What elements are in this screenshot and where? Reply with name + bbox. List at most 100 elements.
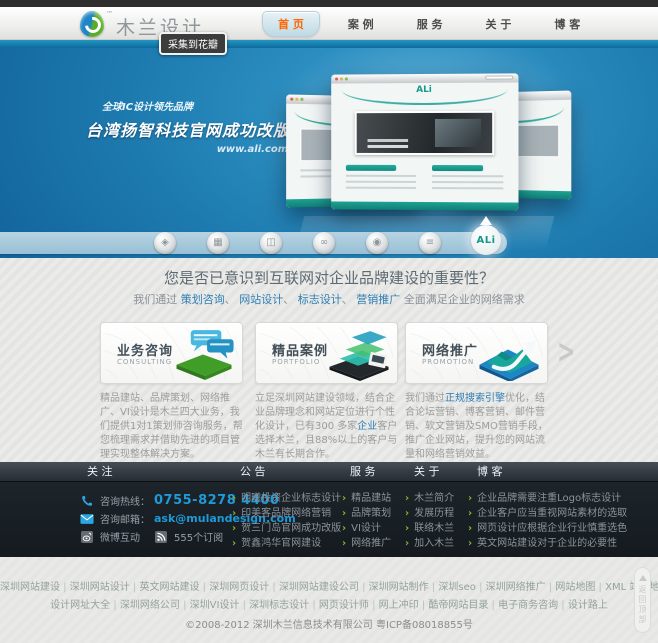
weibo-link[interactable]: 微博互动 [100, 529, 140, 544]
up-arrow-icon [638, 575, 647, 581]
nav-blog[interactable]: 博 客 [539, 12, 595, 36]
service-card-portfolio[interactable]: 精品案例 PORTFOLIO [255, 322, 398, 384]
footer-link[interactable]: 木兰简介 [414, 493, 454, 504]
footer-link[interactable]: 精品建站 [351, 493, 391, 504]
seo-link[interactable]: 深圳网站设计 [70, 582, 140, 593]
huaban-collect-button[interactable]: 采集到花瓣 [159, 32, 227, 55]
seo-link[interactable]: 深圳网页设计 [209, 582, 279, 593]
seo-link[interactable]: 网上冲印 [379, 600, 429, 611]
nav-cases[interactable]: 案 例 [333, 12, 389, 36]
seo-link[interactable]: 深圳网站建设 [0, 582, 70, 593]
footer-link[interactable]: 企业客户应当重视网站素材的选取 [477, 508, 627, 519]
footer-announcement-item: 贺鑫鸿华官网建设 [232, 536, 341, 551]
promotion-illustration [479, 340, 539, 381]
intro-title: 您是否已意识到互联网对企业品牌建设的重要性？ [163, 269, 494, 287]
client-logo-button[interactable]: ◉ [366, 232, 388, 254]
footer-announcements-list: 明曦投资企业标志设计印美客品牌网络营销贺三门岛官网成功改版贺鑫鸿华官网建设 [232, 491, 341, 551]
footer-blog-item: 企业客户应当重视网站素材的选取 [468, 506, 627, 521]
seo-link[interactable]: 电子商务咨询 [498, 600, 568, 611]
seo-link[interactable]: 设计路上 [568, 600, 608, 611]
consulting-illustration [176, 330, 234, 380]
footer-blog-list: 企业品牌需要注重Logo标志设计企业客户应当重视网站素材的选取网页设计应根据企业… [468, 491, 627, 551]
site-panel-left [345, 164, 417, 197]
footer-link[interactable]: 加入木兰 [414, 538, 454, 549]
accent-bar [0, 40, 658, 48]
site-panel-right [431, 165, 504, 197]
seo-link[interactable]: 英文网站建设 [139, 582, 209, 593]
client-logo-icon: ∞ [319, 237, 329, 248]
footer-link[interactable]: 发展历程 [414, 508, 454, 519]
main-nav: 首 页 案 例 服 务 关 于 博 客 [262, 7, 608, 40]
seo-link[interactable]: 网站地图 [555, 582, 605, 593]
footer-link[interactable]: 网络推广 [351, 538, 391, 549]
footer-link[interactable]: 印美客品牌网络营销 [241, 508, 331, 519]
footer-blog-item: 英文网站建设对于企业的必要性 [468, 536, 627, 551]
footer-link[interactable]: 联络木兰 [414, 523, 454, 534]
footer-about-item: 联络木兰 [405, 521, 454, 536]
footer-col-title-follow: 关 注 [87, 465, 113, 478]
footer-col-title-announcements: 公 告 [240, 465, 266, 478]
footer-header-bar: 关 注 公 告 服 务 关 于 博 客 [0, 462, 658, 482]
footer-service-item: 网络推广 [342, 536, 391, 551]
nav-services[interactable]: 服 务 [402, 12, 458, 36]
service-card-promotion[interactable]: 网络推广 PROMOTION [405, 322, 548, 384]
rss-icon[interactable] [154, 530, 168, 543]
footer-link[interactable]: 网页设计应根据企业行业慎重选色 [477, 523, 627, 534]
client-logo-button[interactable]: ∞ [313, 232, 335, 254]
service-card-consulting[interactable]: 业务咨询 CONSULTING [100, 322, 243, 384]
browser-window-center: ALi [331, 73, 519, 211]
carousel-next-button[interactable]: > [557, 334, 575, 372]
ali-label: ALi [476, 234, 496, 246]
footer-link[interactable]: 英文网站建设对于企业的必要性 [477, 538, 617, 549]
nav-home[interactable]: 首 页 [262, 10, 320, 37]
footer-link[interactable]: 贺鑫鸿华官网建设 [241, 538, 321, 549]
client-logo-icon: ◉ [372, 237, 382, 248]
client-logo-button[interactable]: ◫ [260, 232, 282, 254]
seo-link[interactable]: 深圳seo [438, 582, 485, 593]
seo-link[interactable]: 深圳网站制作 [369, 582, 439, 593]
seo-link[interactable]: 网页设计师 [319, 600, 379, 611]
footer-link[interactable]: VI设计 [351, 523, 381, 534]
footer-services-list: 精品建站品牌策划 VI设计网络推广 [342, 491, 391, 551]
footer-announcement-item: 明曦投资企业标志设计 [232, 491, 341, 506]
footer-link[interactable]: 企业品牌需要注重Logo标志设计 [477, 493, 621, 504]
seo-link[interactable]: 深圳网络推广 [486, 582, 556, 593]
inline-link[interactable]: 企业 [357, 421, 377, 432]
client-logo-icon: ◈ [161, 237, 169, 248]
rss-subscribers[interactable]: 555个订阅 [174, 529, 223, 544]
intro-service-link[interactable]: 网站设计 [239, 293, 298, 306]
seo-link[interactable]: 深圳网络公司 [120, 600, 190, 611]
weibo-icon[interactable] [80, 530, 94, 543]
intro-lead-prefix: 我们通过 [133, 293, 181, 306]
seo-link[interactable]: 深圳标志设计 [249, 600, 319, 611]
footer-col-title-blog: 博 客 [477, 465, 503, 478]
intro-service-link[interactable]: 营销推广 [356, 293, 400, 306]
client-logo-button[interactable]: ◈ [154, 232, 176, 254]
seo-link[interactable]: 设计网址大全 [50, 600, 120, 611]
seo-link[interactable]: 深圳网站建设公司 [279, 582, 369, 593]
footer-link[interactable]: 品牌策划 [351, 508, 391, 519]
client-logo-button[interactable]: ▦ [207, 232, 229, 254]
footer-link[interactable]: 贺三门岛官网成功改版 [241, 523, 341, 534]
nav-about[interactable]: 关 于 [471, 12, 527, 36]
inline-link[interactable]: 正规搜索引擎 [445, 393, 505, 404]
back-to-top-button[interactable]: 返回顶部 [634, 567, 651, 633]
client-logo-ali-active[interactable]: ALi [471, 216, 501, 255]
trademark-mark: ™ [106, 10, 113, 18]
intro-links: 策划咨询网站设计标志设计营销推广 [181, 293, 401, 306]
banner-text-block: 全球IC设计领先品牌 台湾扬智科技官网成功改版 www.ali.com.tw [86, 98, 306, 155]
footer-announcement-item: 印美客品牌网络营销 [232, 506, 341, 521]
client-logo-button[interactable]: ≡ [419, 232, 441, 254]
seo-link[interactable]: 深圳VI设计 [190, 600, 250, 611]
phone-label: 咨询热线： [100, 497, 150, 508]
intro-service-link[interactable]: 标志设计 [298, 293, 357, 306]
footer-link[interactable]: 明曦投资企业标志设计 [241, 493, 341, 504]
mulan-leaf-logo-icon [80, 11, 104, 37]
footer-service-item: 品牌策划 [342, 506, 391, 521]
footer-service-item: 精品建站 [342, 491, 391, 506]
phone-icon [80, 495, 94, 507]
top-strip [0, 0, 658, 7]
intro-service-link[interactable]: 策划咨询 [181, 293, 240, 306]
seo-link[interactable]: 酷帝网站目录 [428, 600, 498, 611]
contact-social-row: 微博互动 555个订阅 [80, 529, 238, 544]
